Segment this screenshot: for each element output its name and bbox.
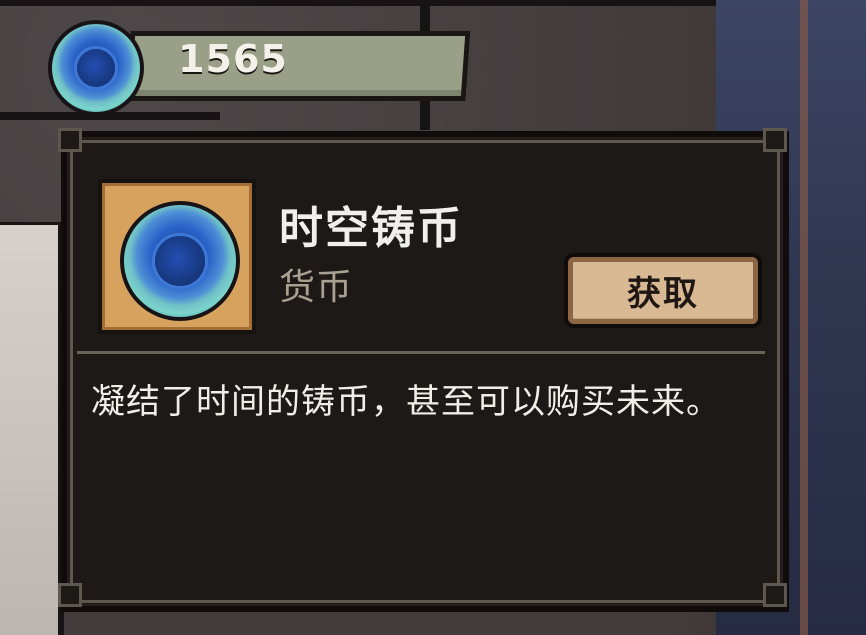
- time-space-coin-icon: [120, 201, 240, 321]
- panel-corner-decoration: [58, 583, 82, 607]
- panel-corner-decoration: [58, 128, 82, 152]
- panel-corner-decoration: [763, 128, 787, 152]
- background-curtain-stripe: [800, 0, 808, 635]
- item-name: 时空铸币: [279, 203, 463, 254]
- currency-display: 1565: [48, 20, 471, 116]
- time-space-coin-icon: [48, 20, 144, 116]
- background-pillar: [0, 225, 64, 635]
- item-icon-tile: [98, 179, 256, 334]
- get-button[interactable]: 获取: [564, 253, 762, 328]
- divider: [77, 351, 765, 354]
- panel-corner-decoration: [763, 583, 787, 607]
- item-description: 凝结了时间的铸币，甚至可以购买未来。: [91, 382, 721, 422]
- item-type: 货币: [279, 267, 354, 308]
